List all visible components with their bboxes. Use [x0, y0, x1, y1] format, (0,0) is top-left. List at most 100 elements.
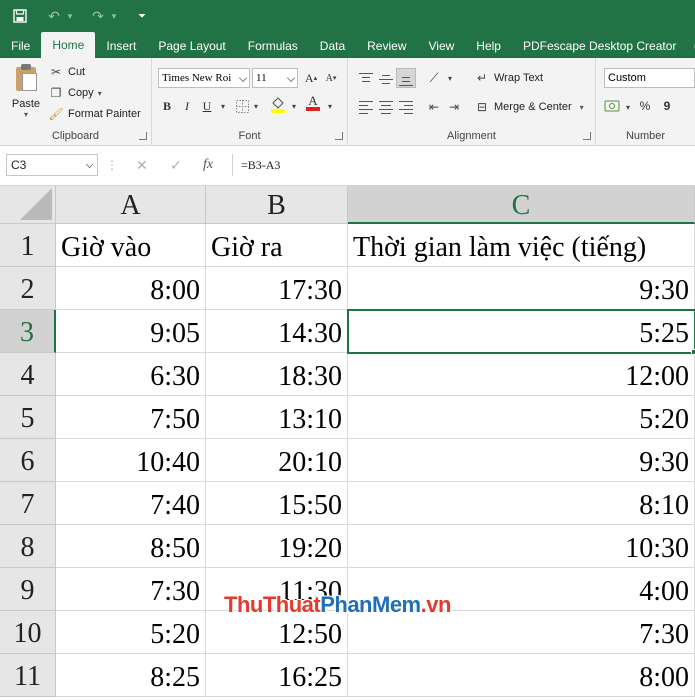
tab-insert[interactable]: Insert: [95, 34, 147, 58]
row-header[interactable]: 8: [0, 525, 56, 568]
cell-a11[interactable]: 8:25: [56, 654, 206, 697]
row-header[interactable]: 5: [0, 396, 56, 439]
font-color-button[interactable]: A: [304, 94, 322, 112]
alignment-launcher-icon[interactable]: [583, 132, 591, 140]
cell-b8[interactable]: 19:20: [206, 525, 348, 568]
cell-b11[interactable]: 16:25: [206, 654, 348, 697]
redo-icon[interactable]: ↷: [88, 6, 108, 26]
increase-indent-icon[interactable]: ⇥: [446, 99, 462, 115]
cell-a10[interactable]: 5:20: [56, 611, 206, 654]
comma-style-button[interactable]: 9: [658, 97, 676, 115]
row-header[interactable]: 9: [0, 568, 56, 611]
grow-font-button[interactable]: A ▴: [302, 69, 320, 87]
tab-help[interactable]: Help: [465, 34, 512, 58]
cell-c4[interactable]: 12:00: [348, 353, 695, 396]
tab-page-layout[interactable]: Page Layout: [147, 34, 236, 58]
cell-b5[interactable]: 13:10: [206, 396, 348, 439]
underline-button[interactable]: U: [198, 97, 216, 115]
cell-c6[interactable]: 9:30: [348, 439, 695, 482]
cell-c5[interactable]: 5:20: [348, 396, 695, 439]
percent-style-button[interactable]: %: [636, 97, 654, 115]
cell-a6[interactable]: 10:40: [56, 439, 206, 482]
align-right-icon[interactable]: [398, 100, 414, 114]
row-header[interactable]: 3: [0, 310, 56, 353]
cell-b3[interactable]: 14:30: [206, 310, 348, 353]
align-left-icon[interactable]: [358, 100, 374, 114]
tab-home[interactable]: Home: [41, 32, 96, 58]
paste-dropdown-icon[interactable]: ▾: [6, 110, 46, 119]
column-header-b[interactable]: B: [206, 186, 348, 224]
tab-formulas[interactable]: Formulas: [237, 34, 309, 58]
accounting-format-icon[interactable]: [604, 98, 620, 114]
undo-dropdown-icon[interactable]: ▾: [66, 6, 74, 26]
row-header[interactable]: 6: [0, 439, 56, 482]
save-icon[interactable]: [10, 6, 30, 26]
middle-align-icon[interactable]: [378, 72, 394, 86]
cell-a5[interactable]: 7:50: [56, 396, 206, 439]
accounting-dropdown-icon[interactable]: ▾: [620, 99, 636, 115]
fill-color-icon[interactable]: [270, 96, 286, 113]
tab-review[interactable]: Review: [356, 34, 417, 58]
redo-dropdown-icon[interactable]: ▾: [110, 6, 118, 26]
column-header-c[interactable]: C: [348, 186, 695, 224]
cell-b4[interactable]: 18:30: [206, 353, 348, 396]
merge-center-button[interactable]: ⊟ Merge & Center ▾: [474, 99, 584, 115]
font-launcher-icon[interactable]: [335, 132, 343, 140]
row-header[interactable]: 1: [0, 224, 56, 267]
bold-button[interactable]: B: [158, 97, 176, 115]
row-header[interactable]: 10: [0, 611, 56, 654]
font-name-combo[interactable]: Times New Roi: [158, 68, 250, 88]
borders-dropdown-icon[interactable]: ▾: [248, 98, 264, 114]
undo-icon[interactable]: ↶: [44, 6, 64, 26]
font-color-dropdown-icon[interactable]: ▾: [322, 98, 338, 114]
cancel-icon[interactable]: ✕: [136, 154, 148, 176]
format-painter-button[interactable]: 🖌 Format Painter: [48, 106, 140, 122]
cell-b2[interactable]: 17:30: [206, 267, 348, 310]
row-header[interactable]: 7: [0, 482, 56, 525]
column-header-a[interactable]: A: [56, 186, 206, 224]
cut-button[interactable]: ✂ Cut: [48, 64, 85, 80]
row-header[interactable]: 2: [0, 267, 56, 310]
wrap-text-button[interactable]: ↵ Wrap Text: [474, 70, 543, 86]
tab-view[interactable]: View: [418, 34, 466, 58]
cell-a4[interactable]: 6:30: [56, 353, 206, 396]
paste-button[interactable]: Paste ▾: [6, 64, 46, 126]
cell-c2[interactable]: 9:30: [348, 267, 695, 310]
shrink-font-button[interactable]: A ▾: [322, 69, 340, 87]
merge-dropdown-icon[interactable]: ▾: [580, 103, 584, 112]
row-header[interactable]: 11: [0, 654, 56, 697]
align-center-icon[interactable]: [378, 100, 394, 114]
fill-handle[interactable]: [691, 349, 695, 355]
cell-b7[interactable]: 15:50: [206, 482, 348, 525]
orientation-icon[interactable]: ⟋: [426, 70, 442, 86]
lightbulb-icon[interactable]: ◌: [687, 34, 695, 58]
tab-data[interactable]: Data: [309, 34, 356, 58]
clipboard-launcher-icon[interactable]: [139, 132, 147, 140]
orientation-dropdown-icon[interactable]: ▾: [442, 70, 458, 86]
cell-c1[interactable]: Thời gian làm việc (tiếng): [348, 224, 695, 267]
tab-pdfescape[interactable]: PDFescape Desktop Creator: [512, 34, 687, 58]
bottom-align-icon[interactable]: [396, 68, 416, 88]
italic-button[interactable]: I: [178, 97, 196, 115]
insert-function-button[interactable]: fx: [203, 154, 213, 176]
formula-input[interactable]: =B3-A3: [232, 154, 695, 176]
cell-a7[interactable]: 7:40: [56, 482, 206, 525]
tab-file[interactable]: File: [0, 34, 41, 58]
cell-a1[interactable]: Giờ vào: [56, 224, 206, 267]
font-size-combo[interactable]: 11: [252, 68, 298, 88]
cell-a3[interactable]: 9:05: [56, 310, 206, 353]
top-align-icon[interactable]: [358, 72, 374, 86]
cell-c8[interactable]: 10:30: [348, 525, 695, 568]
copy-dropdown-icon[interactable]: ▾: [98, 89, 102, 98]
enter-icon[interactable]: ✓: [170, 154, 182, 176]
copy-button[interactable]: ❐ Copy ▾: [48, 85, 102, 101]
decrease-indent-icon[interactable]: ⇤: [426, 99, 442, 115]
cell-b1[interactable]: Giờ ra: [206, 224, 348, 267]
cell-c11[interactable]: 8:00: [348, 654, 695, 697]
cell-c3[interactable]: 5:25: [347, 309, 695, 354]
customize-toolbar-icon[interactable]: ⏷: [132, 6, 152, 26]
cell-c7[interactable]: 8:10: [348, 482, 695, 525]
number-format-combo[interactable]: Custom: [604, 68, 695, 88]
fill-color-dropdown-icon[interactable]: ▾: [286, 98, 302, 114]
underline-dropdown-icon[interactable]: ▾: [215, 98, 231, 114]
